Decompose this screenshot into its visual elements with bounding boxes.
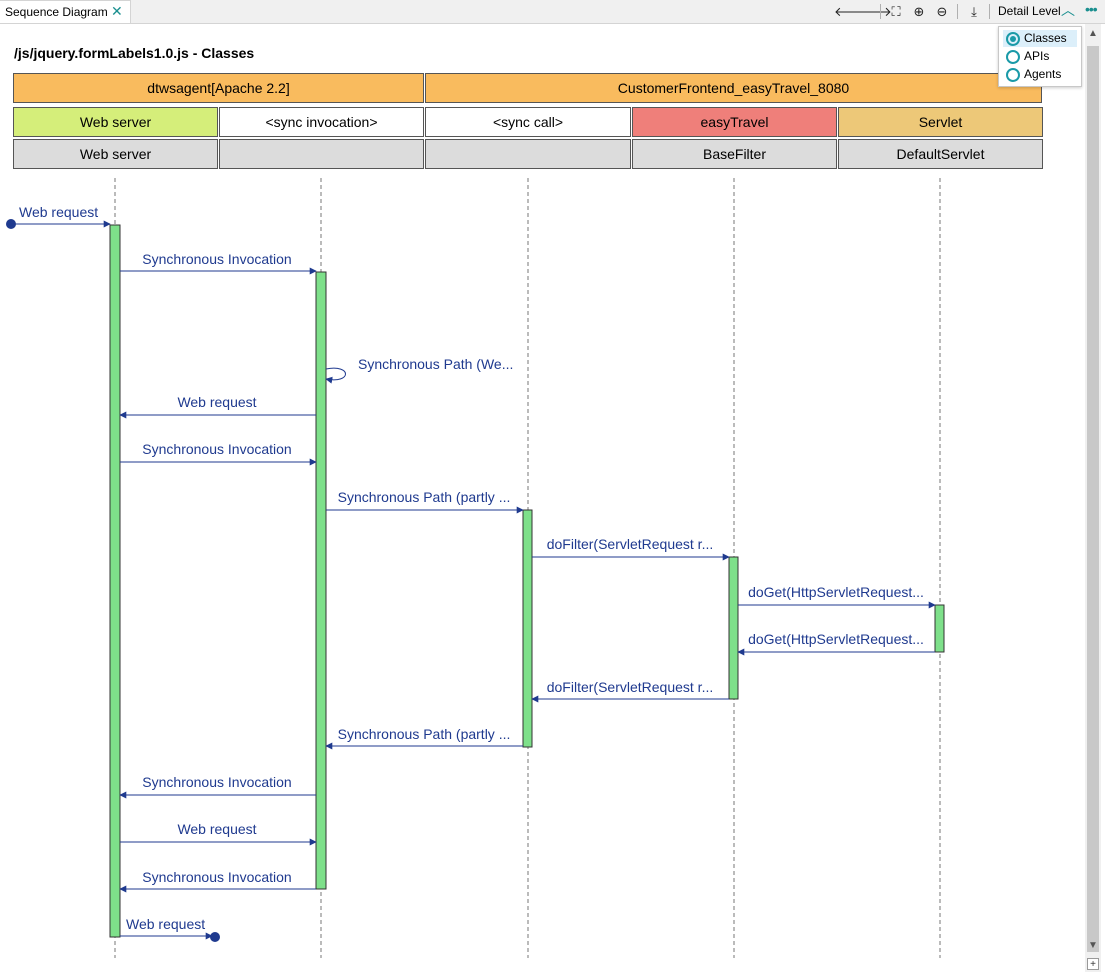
- plus-icon[interactable]: +: [1087, 958, 1099, 970]
- message-label[interactable]: doFilter(ServletRequest r...: [547, 679, 714, 695]
- detail-option-apis[interactable]: APIs: [1003, 48, 1077, 65]
- detail-level-menu: Classes APIs Agents: [998, 26, 1082, 87]
- vertical-scrollbar[interactable]: ▲ ▼: [1085, 24, 1101, 972]
- detail-option-agents[interactable]: Agents: [1003, 66, 1077, 83]
- option-label: Classes: [1024, 31, 1067, 45]
- message-label[interactable]: Web request: [126, 916, 205, 932]
- message-label[interactable]: doGet(HttpServletRequest...: [748, 631, 924, 647]
- message-label[interactable]: Synchronous Invocation: [142, 251, 291, 267]
- message-label[interactable]: Synchronous Invocation: [142, 441, 291, 457]
- message-label[interactable]: doGet(HttpServletRequest...: [748, 584, 924, 600]
- message-label[interactable]: Synchronous Path (partly ...: [338, 726, 511, 742]
- message-label[interactable]: Web request: [177, 394, 256, 410]
- more-icon[interactable]: •••: [1085, 1, 1098, 17]
- scroll-up-icon[interactable]: ▲: [1085, 28, 1101, 40]
- option-label: APIs: [1024, 49, 1050, 63]
- activation-bar[interactable]: [109, 224, 121, 938]
- activation-bar[interactable]: [934, 604, 945, 653]
- message-label[interactable]: Synchronous Invocation: [142, 869, 291, 885]
- radio-icon[interactable]: [1006, 50, 1020, 64]
- scroll-down-icon[interactable]: ▼: [1085, 940, 1101, 952]
- detail-option-classes[interactable]: Classes: [1003, 30, 1077, 47]
- activation-bar[interactable]: [728, 556, 739, 700]
- message-label[interactable]: Synchronous Path (partly ...: [338, 489, 511, 505]
- radio-icon[interactable]: [1006, 68, 1020, 82]
- lost-message-end: [210, 932, 220, 942]
- message-label[interactable]: Web request: [19, 204, 98, 220]
- activation-bar[interactable]: [522, 509, 533, 748]
- sequence-diagram: Web request Synchronous Invocation Synch…: [6, 178, 945, 958]
- activation-bar[interactable]: [315, 271, 327, 890]
- message-label[interactable]: Synchronous Invocation: [142, 774, 291, 790]
- radio-selected-icon[interactable]: [1006, 32, 1020, 46]
- message-arrow[interactable]: [325, 367, 346, 384]
- option-label: Agents: [1024, 67, 1062, 81]
- scrollbar-thumb[interactable]: [1087, 46, 1099, 952]
- message-label[interactable]: Synchronous Path (We...: [358, 356, 513, 372]
- message-label[interactable]: doFilter(ServletRequest r...: [547, 536, 714, 552]
- message-label[interactable]: Web request: [177, 821, 256, 837]
